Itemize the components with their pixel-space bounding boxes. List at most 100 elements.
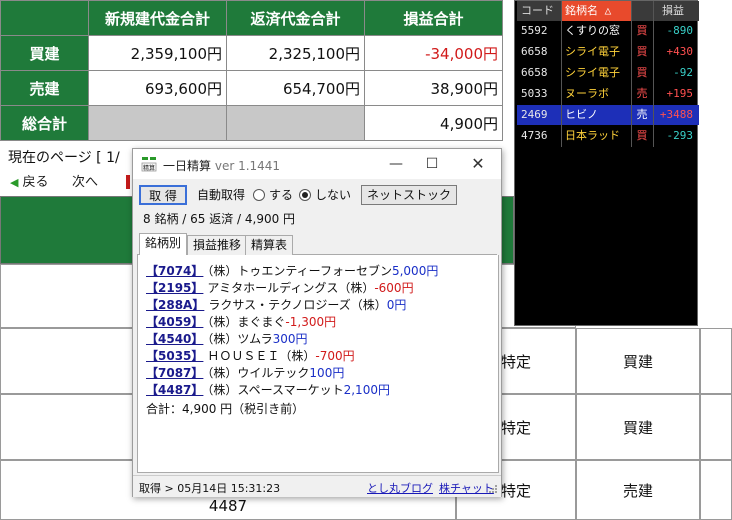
summary-total-blank1	[88, 105, 227, 141]
ticker-row[interactable]: 6658 シライ電子 買 +430	[515, 42, 699, 62]
tab-pl-trend[interactable]: 損益推移	[187, 235, 248, 255]
ticker-row[interactable]: 6658 シライ電子 買 -92	[515, 63, 699, 83]
stock-list-item: 【4540】 （株）ツムラ300円	[146, 331, 307, 348]
app-icon: 精算	[141, 156, 157, 172]
radio-auto-on[interactable]	[253, 189, 265, 201]
grid-side-1: 買建	[576, 328, 700, 394]
stock-list-item: 【7074】 （株）トゥエンティーフォーセブン5,000円	[146, 263, 438, 280]
ticker-side: 買	[636, 24, 648, 37]
svg-text:精算: 精算	[143, 164, 155, 172]
stock-code-link[interactable]: 【4487】	[146, 383, 203, 397]
ticker-pl: -890	[666, 24, 694, 37]
next-link[interactable]: 次へ	[72, 171, 132, 190]
window-tabs: 銘柄別 損益推移 精算表	[137, 233, 497, 256]
ticker-col-code[interactable]: コード	[517, 1, 561, 21]
stock-amount: 5,000円	[391, 264, 439, 278]
stock-name: （株）トゥエンティーフォーセブン	[207, 264, 392, 278]
grid-edge-3	[700, 460, 732, 520]
ticker-code: 5592	[521, 24, 548, 37]
window-titlebar[interactable]: 精算 一日精算 ver 1.1441 — ☐ ✕	[133, 149, 501, 179]
tab-settlement-table[interactable]: 精算表	[245, 235, 294, 255]
ticker-name: ヒビノ	[561, 105, 631, 125]
window-title: 一日精算 ver 1.1441	[163, 157, 280, 174]
ticker-pl: -92	[673, 66, 693, 79]
summary-status: 8 銘柄 / 65 返済 / 4,900 円	[143, 212, 296, 226]
summary-row-sell-label: 売建	[0, 70, 89, 106]
ticker-header: コード 銘柄名 △ 損益	[515, 1, 699, 21]
summary-header-new: 新規建代金合計	[88, 0, 227, 36]
window-statusbar: 取得 > 05月14日 15:31:23 とし丸ブログ 株チャット	[133, 475, 501, 497]
radio-auto-on-label[interactable]: する	[269, 185, 293, 205]
ticker-code: 4736	[521, 129, 548, 142]
stock-amount: 2,100円	[343, 383, 390, 397]
ticker-pl: +195	[666, 87, 694, 100]
auto-fetch-label: 自動取得	[197, 188, 246, 202]
summary-table: 新規建代金合計 返済代金合計 損益合計 買建 2,359,100円 2,325,…	[0, 0, 503, 141]
stock-list-item: 【2195】 アミタホールディングス（株）-600円	[146, 280, 414, 297]
fetch-time: 取得 > 05月14日 15:31:23	[139, 482, 281, 495]
stock-name: ラクサス・テクノロジーズ（株）	[208, 298, 387, 312]
window-version: ver 1.1441	[214, 159, 281, 173]
stock-code-link[interactable]: 【288A】	[146, 298, 204, 312]
ticker-pl: +3488	[653, 105, 699, 125]
ticker-code: 6658	[521, 45, 548, 58]
blog-link[interactable]: とし丸ブログ	[367, 480, 433, 496]
ticker-col-side[interactable]	[631, 1, 653, 21]
stock-amount: -600円	[374, 281, 414, 295]
minimize-icon[interactable]: —	[379, 152, 413, 176]
stock-list-item: 【4059】 （株）まぐまぐ-1,300円	[146, 314, 336, 331]
ticker-name: シライ電子	[565, 45, 620, 58]
ticker-row[interactable]: 5033 ヌーラボ 売 +195	[515, 84, 699, 104]
ticker-name: 日本ラッド	[565, 129, 620, 142]
settlement-window: 精算 一日精算 ver 1.1441 — ☐ ✕ 取 得 自動取得 する しない…	[132, 148, 502, 497]
ticker-divider	[653, 1, 654, 147]
ticker-divider	[561, 1, 562, 147]
stock-code-link[interactable]: 【5035】	[146, 349, 203, 363]
fetch-button[interactable]: 取 得	[139, 185, 187, 205]
close-icon[interactable]: ✕	[461, 152, 495, 176]
ticker-row[interactable]: 4736 日本ラッド 買 -293	[515, 126, 699, 146]
ticker-pl: -293	[666, 129, 694, 142]
summary-header-pl: 損益合計	[364, 0, 503, 36]
resize-grip-icon[interactable]	[488, 484, 498, 494]
stock-name: （株）ウイルテック	[207, 366, 310, 380]
ticker-col-pl[interactable]: 損益	[653, 1, 699, 21]
maximize-icon[interactable]: ☐	[415, 152, 449, 176]
summary-buy-pl: -34,000円	[364, 35, 503, 71]
radio-auto-off[interactable]	[299, 189, 311, 201]
stock-name: （株）まぐまぐ	[207, 315, 286, 329]
grid-side-2: 買建	[576, 394, 700, 460]
ticker-panel: コード 銘柄名 △ 損益 5592 くすりの窓買 -890 6658 シライ電子買 +43…	[514, 0, 699, 326]
summary-sell-pl: 38,900円	[364, 70, 503, 106]
ticker-side: 売	[636, 87, 648, 100]
stock-code-link[interactable]: 【4059】	[146, 315, 203, 329]
tab-by-stock[interactable]: 銘柄別	[139, 233, 188, 256]
back-link[interactable]: ◀ 戻る	[10, 175, 48, 190]
stock-name: ＨＯＵＳＥＩ（株）	[207, 349, 316, 363]
grid-side-3: 売建	[576, 460, 700, 520]
chat-link[interactable]: 株チャット	[439, 480, 494, 496]
stock-amount: 0円	[386, 298, 407, 312]
summary-header-repay: 返済代金合計	[226, 0, 365, 36]
stock-code-link[interactable]: 【7087】	[146, 366, 203, 380]
ticker-row[interactable]: 2469 ヒビノ売 +3488	[515, 105, 699, 125]
netstock-button[interactable]: ネットストック	[361, 185, 457, 205]
ticker-code: 2469	[517, 105, 561, 125]
summary-row-buy-label: 買建	[0, 35, 89, 71]
stock-code-link[interactable]: 【2195】	[146, 281, 203, 295]
stock-list-item: 【4487】 （株）スペースマーケット2,100円	[146, 382, 390, 399]
stock-code-link[interactable]: 【7074】	[146, 264, 203, 278]
total-line: 合計：4,900 円（税引き前）	[146, 402, 305, 416]
summary-total-blank2	[226, 105, 365, 141]
ticker-side: 買	[636, 45, 648, 58]
radio-auto-off-label[interactable]: しない	[315, 185, 351, 205]
page-nav: ◀ 戻る 次へ	[10, 171, 98, 190]
stock-list-item: 【5035】 ＨＯＵＳＥＩ（株）-700円	[146, 348, 355, 365]
ticker-name: くすりの窓	[565, 24, 620, 37]
stock-code-link[interactable]: 【4540】	[146, 332, 203, 346]
stock-amount: 300円	[272, 332, 308, 346]
stock-list-item: 【7087】 （株）ウイルテック100円	[146, 365, 344, 382]
ticker-col-name[interactable]: 銘柄名 △	[561, 1, 631, 21]
window-toolbar: 取 得 自動取得 する しない ネットストック	[133, 179, 501, 209]
ticker-row[interactable]: 5592 くすりの窓 買 -890	[515, 21, 699, 41]
